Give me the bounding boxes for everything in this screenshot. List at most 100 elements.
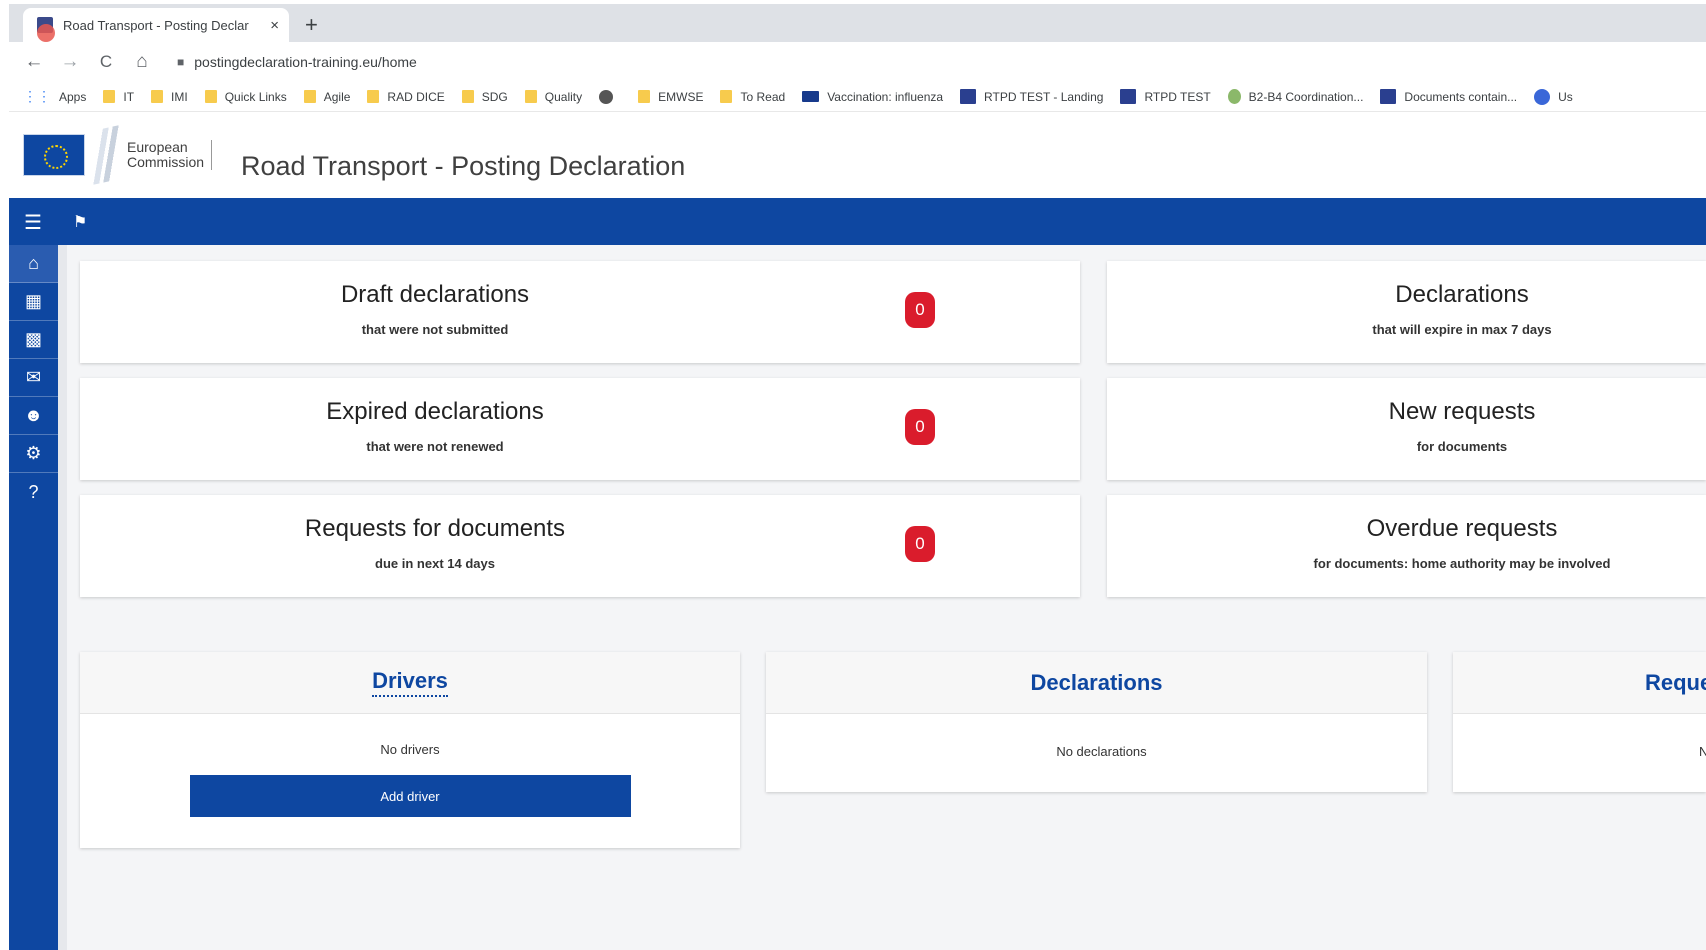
stat-card-overdue[interactable]: Overdue requests for documents: home aut… [1107, 495, 1706, 597]
bookmark-label: RAD DICE [387, 89, 445, 104]
bookmark-folder[interactable]: Quick Links [204, 89, 287, 104]
bookmark-folder[interactable]: Agile [303, 89, 351, 104]
eu-flag-icon [23, 134, 85, 176]
stat-card-new-requests[interactable]: New requests for documents [1107, 378, 1706, 480]
bookmark-link[interactable]: Documents contain... [1380, 89, 1517, 104]
stat-subtitle: that will expire in max 7 days [1372, 322, 1552, 337]
app-header: European Commission Road Transport - Pos… [9, 112, 1706, 198]
tab-title: Road Transport - Posting Declar [63, 17, 249, 33]
main-content: Draft declarations that were not submitt… [67, 245, 1706, 950]
sidebar-item-settings[interactable]: ⚙ [9, 435, 58, 473]
count-badge: 0 [905, 526, 935, 562]
folder-icon [638, 90, 651, 103]
close-tab-icon[interactable]: × [270, 17, 279, 34]
stat-title: New requests [1388, 398, 1536, 425]
site-icon [1120, 89, 1137, 104]
bookmark-label: EMWSE [658, 89, 704, 104]
bookmark-label: Vaccination: influenza [827, 89, 944, 104]
bookmark-apps[interactable]: ⋮⋮ Apps [23, 88, 86, 105]
circle-icon [1534, 88, 1551, 105]
bookmark-link[interactable]: Us [1534, 88, 1573, 105]
stat-card-draft[interactable]: Draft declarations that were not submitt… [80, 261, 1080, 363]
bookmark-label: SDG [481, 89, 508, 104]
bookmark-label: B2-B4 Coordination... [1248, 89, 1364, 104]
site-icon [960, 89, 977, 104]
count-badge: 0 [905, 292, 935, 328]
gear-icon: ⚙ [25, 443, 42, 463]
bookmark-label: IMI [171, 89, 188, 104]
url-text: postingdeclaration-training.eu/home [194, 54, 417, 70]
hamburger-menu-icon[interactable]: ☰ [24, 210, 42, 235]
page-title: Road Transport - Posting Declaration [241, 151, 686, 181]
declarations-panel-header[interactable]: Declarations [766, 652, 1427, 714]
drivers-link[interactable]: Drivers [372, 668, 448, 697]
sidebar: ⌂ ▦ ▩ ✉ ☻ ⚙ ? [9, 245, 67, 950]
lock-icon: ■ [177, 55, 185, 69]
url-field[interactable]: ■ postingdeclaration-training.eu/home [177, 54, 417, 70]
stat-subtitle: for documents [1416, 439, 1508, 454]
home-icon: ⌂ [28, 253, 39, 273]
bookmark-folder[interactable]: To Read [720, 90, 785, 104]
bookmark-folder[interactable]: IMI [151, 90, 188, 104]
bookmark-label: Agile [323, 89, 351, 104]
browser-tab[interactable]: Road Transport - Posting Declar × [23, 8, 289, 42]
bookmark-label: RTPD TEST [1144, 89, 1211, 104]
drivers-panel: Drivers No drivers Add driver [80, 652, 740, 848]
bookmark-folder[interactable]: RAD DICE [367, 89, 445, 104]
requests-panel: Requests No requests [1453, 652, 1706, 792]
reload-icon[interactable]: C [95, 52, 117, 72]
help-icon: ? [28, 481, 39, 502]
screen: Road Transport - Posting Declar × + ← → … [0, 0, 1706, 950]
folder-icon [151, 90, 164, 103]
folder-icon [303, 90, 316, 103]
sidebar-item-declarations[interactable]: ▦ [9, 283, 58, 321]
bus-icon: ▩ [24, 329, 42, 349]
back-icon[interactable]: ← [23, 51, 45, 73]
bookmark-folder[interactable]: IT [103, 90, 134, 104]
stat-subtitle: that were not submitted [361, 322, 509, 337]
stat-subtitle: that were not renewed [366, 439, 504, 454]
sidebar-item-vehicles[interactable]: ▩ [9, 321, 58, 359]
empty-message: No requests [1699, 744, 1706, 759]
stat-card-expired[interactable]: Expired declarations that were not renew… [80, 378, 1080, 480]
top-nav-bar: ☰ ⚑ [9, 198, 1706, 245]
declarations-panel: Declarations No declarations [766, 652, 1427, 792]
add-driver-button[interactable]: Add driver [189, 775, 631, 817]
bookmark-globe[interactable] [599, 89, 621, 104]
ec-logo[interactable]: European Commission [23, 124, 213, 186]
stat-card-requests-due[interactable]: Requests for documents due in next 14 da… [80, 495, 1080, 597]
eu-flag-icon [802, 91, 820, 102]
sidebar-item-requests[interactable]: ✉ [9, 359, 58, 397]
bell-icon[interactable]: ⚑ [73, 212, 87, 232]
stat-card-expiring[interactable]: Declarations that will expire in max 7 d… [1107, 261, 1706, 363]
sidebar-item-drivers[interactable]: ☻ [9, 397, 58, 435]
bookmark-link[interactable]: RTPD TEST - Landing [960, 89, 1103, 104]
browser-tab-strip: Road Transport - Posting Declar × + [9, 4, 1706, 42]
document-icon: ▦ [24, 291, 42, 311]
requests-panel-header[interactable]: Requests [1453, 652, 1706, 714]
stat-title: Overdue requests [1366, 515, 1558, 542]
leaf-icon [1227, 89, 1241, 104]
bookmark-link[interactable]: RTPD TEST [1120, 89, 1211, 104]
sidebar-item-home[interactable]: ⌂ [9, 245, 58, 283]
bookmark-folder[interactable]: SDG [461, 89, 508, 104]
bookmark-label: Quick Links [224, 89, 287, 104]
bookmark-label: Documents contain... [1404, 89, 1518, 104]
address-bar: ← → C ⌂ ■ postingdeclaration-training.eu… [9, 42, 1706, 82]
stat-title: Expired declarations [326, 398, 544, 425]
bookmark-label: RTPD TEST - Landing [984, 89, 1104, 104]
bookmark-link[interactable]: Vaccination: influenza [802, 90, 943, 104]
site-icon [1380, 89, 1397, 104]
bookmark-folder[interactable]: EMWSE [638, 90, 703, 104]
new-tab-button[interactable]: + [305, 12, 318, 38]
home-icon[interactable]: ⌂ [131, 51, 153, 73]
folder-icon [367, 90, 380, 103]
stat-title: Declarations [1395, 281, 1529, 308]
forward-icon[interactable]: → [59, 51, 81, 73]
drivers-panel-header[interactable]: Drivers [80, 652, 740, 714]
bookmark-link[interactable]: B2-B4 Coordination... [1227, 89, 1364, 104]
bookmark-label: Quality [544, 89, 583, 104]
sidebar-item-help[interactable]: ? [9, 473, 58, 511]
bookmark-folder[interactable]: Quality [524, 89, 583, 104]
stat-subtitle: due in next 14 days [375, 556, 495, 571]
